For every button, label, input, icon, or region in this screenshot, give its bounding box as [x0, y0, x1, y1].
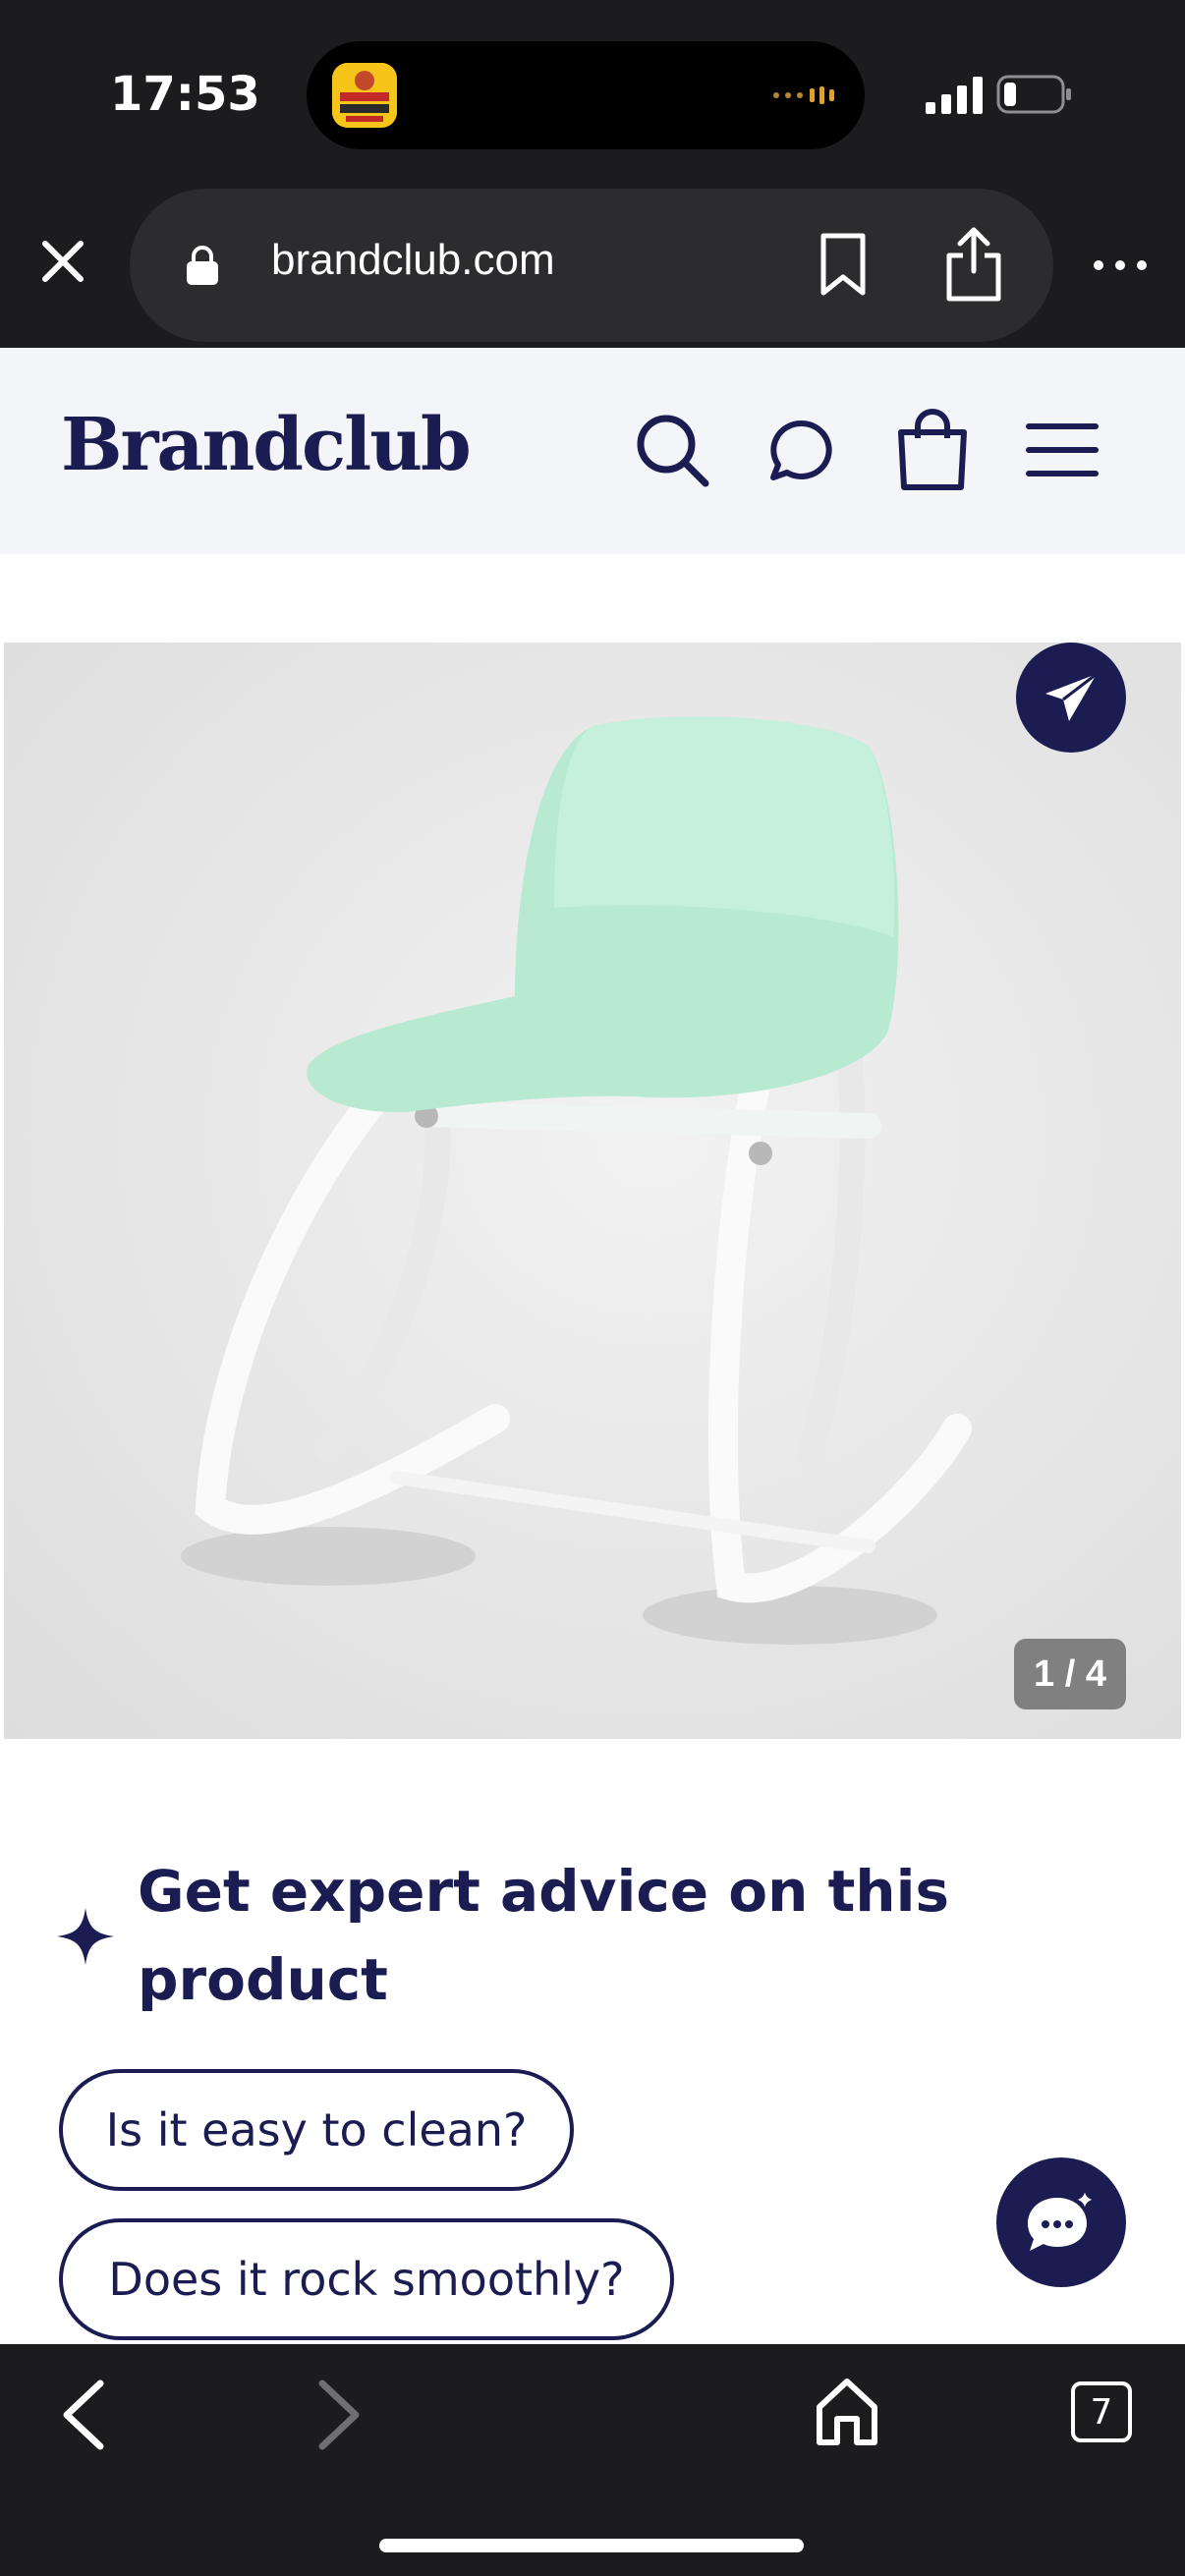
- forward-icon[interactable]: [310, 2378, 366, 2452]
- product-image[interactable]: [4, 643, 1181, 1739]
- status-time: 17:53: [110, 67, 260, 122]
- home-icon[interactable]: [814, 2376, 880, 2446]
- chat-icon[interactable]: [768, 419, 833, 483]
- close-icon[interactable]: [35, 234, 90, 289]
- menu-icon[interactable]: [1026, 420, 1099, 479]
- paper-plane-icon: [1045, 672, 1098, 721]
- cellular-signal-icon: [926, 77, 983, 114]
- shopping-bag-icon[interactable]: [896, 409, 969, 491]
- bookmark-icon[interactable]: [818, 232, 869, 297]
- question-chip-rock[interactable]: Does it rock smoothly?: [59, 2218, 674, 2340]
- tabs-button[interactable]: 7: [1071, 2381, 1132, 2442]
- brand-logo[interactable]: Brandclub: [61, 403, 472, 487]
- status-bar: 17:53: [0, 0, 1185, 187]
- battery-icon: [996, 75, 1071, 114]
- dynamic-island[interactable]: [307, 41, 865, 149]
- address-bar[interactable]: [130, 189, 1053, 342]
- sparkle-icon: [57, 1908, 114, 1965]
- url-text[interactable]: brandclub.com: [271, 236, 555, 285]
- share-product-button[interactable]: [1016, 643, 1126, 753]
- home-indicator: [379, 2539, 804, 2552]
- question-chip-clean[interactable]: Is it easy to clean?: [59, 2069, 574, 2191]
- ai-chat-icon: [1028, 2188, 1098, 2251]
- more-icon[interactable]: [1091, 248, 1150, 283]
- rocking-chair-illustration: [181, 716, 972, 1645]
- back-icon[interactable]: [57, 2378, 112, 2452]
- search-icon[interactable]: [633, 411, 711, 489]
- advice-title: Get expert advice on this product: [138, 1858, 949, 2013]
- share-icon[interactable]: [943, 224, 1004, 303]
- lock-icon: [187, 246, 218, 285]
- audio-activity-icon: [773, 86, 834, 104]
- image-counter: 1 / 4: [1014, 1639, 1126, 1709]
- ai-chat-button[interactable]: [996, 2157, 1126, 2287]
- podcast-artwork-icon: [332, 63, 397, 128]
